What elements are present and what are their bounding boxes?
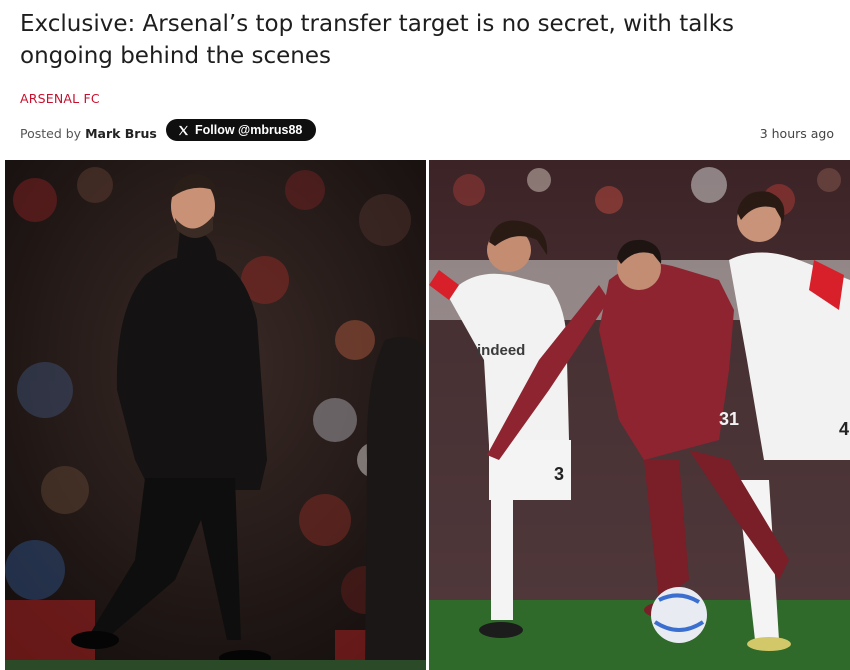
sponsor-text: indeed [477, 342, 525, 359]
manager-photo [5, 160, 426, 670]
byline: Posted by Mark Brus [20, 126, 157, 141]
author-name[interactable]: Mark Brus [85, 126, 157, 141]
article-hero-image[interactable]: indeed 3 4 31 [5, 160, 850, 670]
follow-label: Follow @mbrus88 [195, 123, 303, 137]
shirt-number-main: 31 [719, 409, 739, 429]
follow-on-x-button[interactable]: Follow @mbrus88 [166, 119, 317, 141]
x-logo-icon [178, 125, 189, 135]
byline-prefix: Posted by [20, 126, 82, 141]
shirt-number-left: 3 [554, 464, 564, 484]
category-link[interactable]: ARSENAL FC [20, 91, 100, 106]
shirt-number-right: 4 [839, 419, 849, 439]
post-timestamp: 3 hours ago [759, 126, 834, 141]
article-headline[interactable]: Exclusive: Arsenal’s top transfer target… [20, 8, 820, 72]
match-action-photo: indeed 3 4 31 [429, 160, 850, 670]
